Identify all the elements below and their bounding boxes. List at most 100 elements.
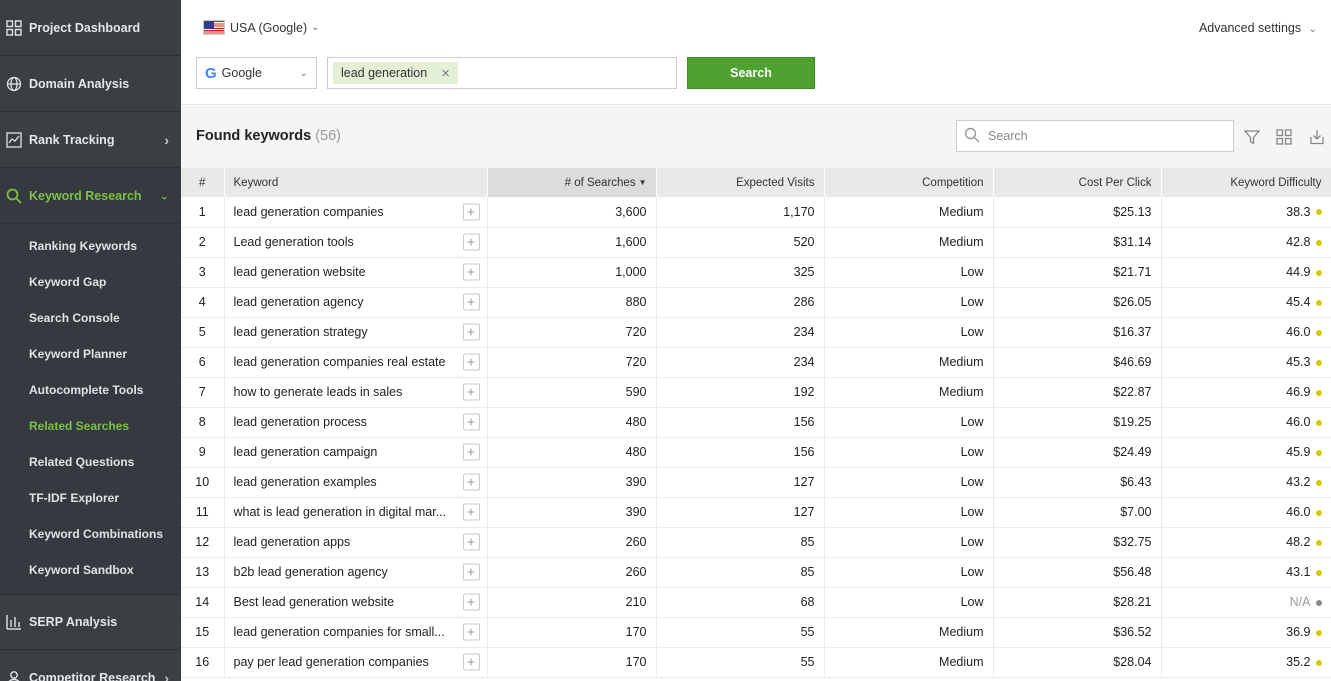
add-keyword-button[interactable]: +: [462, 233, 480, 251]
table-row[interactable]: 6 lead generation companies real estate +7…: [181, 347, 1331, 378]
table-row[interactable]: 2 Lead generation tools +1,600 520 Medium $31…: [181, 227, 1331, 258]
nav-serp-analysis[interactable]: SERP Analysis: [0, 594, 181, 650]
column-header-expected-visits[interactable]: Expected Visits: [656, 168, 825, 197]
table-row[interactable]: 7 how to generate leads in sales +590 192 Me…: [181, 377, 1331, 408]
add-keyword-button[interactable]: +: [462, 353, 480, 371]
subnav-keyword-combinations[interactable]: Keyword Combinations: [0, 516, 181, 552]
column-header-keyword[interactable]: Keyword: [224, 168, 488, 197]
add-keyword-button[interactable]: +: [462, 323, 480, 341]
table-row[interactable]: 15 lead generation companies for small...…: [181, 617, 1331, 648]
expected-visits-cell: 55: [656, 647, 825, 678]
add-keyword-button[interactable]: +: [462, 503, 480, 521]
subnav-keyword-gap[interactable]: Keyword Gap: [0, 264, 181, 300]
table-row[interactable]: 4 lead generation agency +880 286 Low $26.05 4…: [181, 287, 1331, 318]
cpc-cell: $6.43: [993, 467, 1162, 498]
keyword-cell: b2b lead generation agency +: [224, 557, 488, 588]
table-row[interactable]: 3 lead generation website +1,000 325 Low $21.…: [181, 257, 1331, 288]
close-icon[interactable]: ×: [441, 65, 450, 82]
difficulty-value: 45.9: [1286, 445, 1311, 459]
keyword-text: lead generation apps: [233, 535, 351, 549]
searches-cell: 260: [487, 557, 657, 588]
add-keyword-button[interactable]: +: [462, 593, 480, 611]
add-keyword-button[interactable]: +: [462, 653, 480, 671]
add-keyword-button[interactable]: +: [462, 443, 480, 461]
advanced-settings-button[interactable]: Advanced settings ⌄: [1199, 21, 1317, 35]
region-selector[interactable]: USA (Google) ⌄: [203, 20, 320, 35]
keyword-cell: lead generation apps +: [224, 527, 488, 558]
row-index: 14: [181, 587, 225, 618]
nav-project-dashboard[interactable]: Project Dashboard: [0, 0, 181, 56]
add-keyword-button[interactable]: +: [462, 563, 480, 581]
column-header-searches[interactable]: # of Searches ▼: [487, 168, 657, 197]
competition-cell: Medium: [824, 647, 994, 678]
subnav-tf-idf-explorer[interactable]: TF-IDF Explorer: [0, 480, 181, 516]
table-row[interactable]: 13 b2b lead generation agency +260 85 Low $56…: [181, 557, 1331, 588]
column-header-competition[interactable]: Competition: [824, 168, 994, 197]
keyword-input[interactable]: lead generation ×: [327, 57, 677, 89]
table-row[interactable]: 11 what is lead generation in digital mar…: [181, 497, 1331, 528]
cpc-cell: $26.05: [993, 287, 1162, 318]
add-keyword-button[interactable]: +: [462, 473, 480, 491]
searches-cell: 720: [487, 347, 657, 378]
nav-keyword-research[interactable]: Keyword Research ⌄: [0, 168, 181, 224]
difficulty-value: 43.2: [1286, 475, 1311, 489]
table-row[interactable]: 1 lead generation companies +3,600 1,170 Med…: [181, 197, 1331, 228]
difficulty-cell: 46.9: [1161, 377, 1331, 408]
difficulty-cell: 35.2: [1161, 647, 1331, 678]
subnav-keyword-planner[interactable]: Keyword Planner: [0, 336, 181, 372]
nav-domain-analysis[interactable]: Domain Analysis: [0, 56, 181, 112]
sort-desc-icon: ▼: [638, 177, 647, 187]
grid-view-icon[interactable]: [1275, 128, 1293, 146]
table-row[interactable]: 12 lead generation apps +260 85 Low $32.75 48.…: [181, 527, 1331, 558]
table-row[interactable]: 5 lead generation strategy +720 234 Low $16.3…: [181, 317, 1331, 348]
expected-visits-cell: 55: [656, 617, 825, 648]
results-search-input[interactable]: [988, 129, 1218, 143]
cpc-cell: $56.48: [993, 557, 1162, 588]
cpc-cell: $28.21: [993, 587, 1162, 618]
difficulty-indicator-icon: [1315, 659, 1322, 666]
add-keyword-button[interactable]: +: [462, 533, 480, 551]
keyword-cell: what is lead generation in digital mar..…: [224, 497, 488, 528]
column-header-cpc[interactable]: Cost Per Click: [993, 168, 1162, 197]
difficulty-cell: 48.2: [1161, 527, 1331, 558]
add-keyword-button[interactable]: +: [462, 293, 480, 311]
subnav-related-questions[interactable]: Related Questions: [0, 444, 181, 480]
competition-cell: Low: [824, 317, 994, 348]
add-keyword-button[interactable]: +: [462, 413, 480, 431]
row-index: 9: [181, 437, 225, 468]
export-icon[interactable]: [1308, 128, 1326, 146]
cpc-cell: $28.04: [993, 647, 1162, 678]
nav-competitor-research[interactable]: Competitor Research ›: [0, 650, 181, 681]
subnav-keyword-sandbox[interactable]: Keyword Sandbox: [0, 552, 181, 588]
table-row[interactable]: 14 Best lead generation website +210 68 Low $…: [181, 587, 1331, 618]
subnav-related-searches[interactable]: Related Searches: [0, 408, 181, 444]
add-keyword-button[interactable]: +: [462, 203, 480, 221]
subnav-search-console[interactable]: Search Console: [0, 300, 181, 336]
expected-visits-cell: 127: [656, 467, 825, 498]
subnav-autocomplete-tools[interactable]: Autocomplete Tools: [0, 372, 181, 408]
nav-label: Competitor Research: [29, 670, 156, 681]
table-row[interactable]: 10 lead generation examples +390 127 Low $6.4…: [181, 467, 1331, 498]
difficulty-cell: 43.2: [1161, 467, 1331, 498]
filter-icon[interactable]: [1243, 128, 1261, 146]
results-search-box[interactable]: [956, 120, 1234, 152]
difficulty-value: N/A: [1289, 595, 1311, 609]
add-keyword-button[interactable]: +: [462, 623, 480, 641]
google-logo-icon: G: [205, 64, 217, 82]
table-row[interactable]: 8 lead generation process +480 156 Low $19.25…: [181, 407, 1331, 438]
nav-rank-tracking[interactable]: Rank Tracking ›: [0, 112, 181, 168]
table-row[interactable]: 16 pay per lead generation companies +170 5…: [181, 647, 1331, 678]
difficulty-indicator-icon: [1315, 599, 1322, 606]
difficulty-indicator-icon: [1315, 209, 1322, 216]
table-row[interactable]: 9 lead generation campaign +480 156 Low $24.4…: [181, 437, 1331, 468]
search-button[interactable]: Search: [687, 57, 815, 89]
column-header-index[interactable]: #: [181, 168, 225, 197]
add-keyword-button[interactable]: +: [462, 383, 480, 401]
competition-cell: Low: [824, 257, 994, 288]
column-header-keyword-difficulty[interactable]: Keyword Difficulty: [1161, 168, 1331, 197]
search-engine-select[interactable]: G Google ⌄: [196, 57, 317, 89]
searches-cell: 1,600: [487, 227, 657, 258]
add-keyword-button[interactable]: +: [462, 263, 480, 281]
subnav-ranking-keywords[interactable]: Ranking Keywords: [0, 228, 181, 264]
difficulty-cell: 38.3: [1161, 197, 1331, 228]
